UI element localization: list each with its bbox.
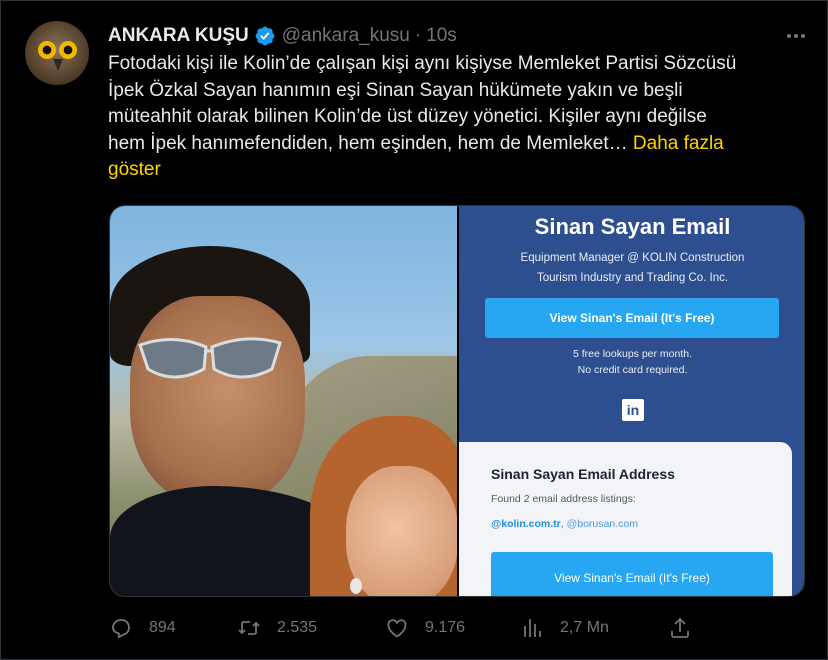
tweet-text-line: İpek Özkal Sayan hanımın eşi Sinan Sayan…: [108, 79, 683, 101]
owl-beak-icon: [53, 59, 63, 71]
linkedin-icon[interactable]: in: [622, 399, 644, 421]
photo[interactable]: [110, 206, 457, 596]
reply-count: 894: [149, 619, 176, 636]
like-button[interactable]: 9.176: [385, 613, 465, 643]
owl-eye-icon: [38, 41, 56, 59]
email-panel: Sinan Sayan Email Address Found 2 email …: [459, 442, 792, 596]
earring: [350, 578, 362, 594]
verified-badge-icon: [255, 26, 275, 46]
separator-dot: ·: [414, 25, 422, 46]
tweet[interactable]: ANKARA KUŞU @ankara_kusu · 10s Fotodaki …: [0, 0, 828, 660]
reply-icon: [112, 619, 130, 639]
domain-kolin[interactable]: @kolin.com.tr: [491, 518, 561, 530]
panel-title: Sinan Sayan Email Address: [491, 466, 675, 482]
lookups-note: 5 free lookups per month. No credit card…: [459, 346, 804, 378]
view-email-button[interactable]: View Sinan's Email (It's Free): [485, 298, 779, 338]
tweet-text-line: göster: [108, 157, 798, 184]
photo-person-2-face: [346, 466, 457, 596]
show-more-link-continued[interactable]: göster: [108, 159, 161, 180]
panel-view-email-button[interactable]: View Sinan's Email (It's Free): [491, 552, 773, 596]
more-options-icon[interactable]: [787, 23, 805, 49]
share-icon: [671, 617, 689, 638]
reply-button[interactable]: 894: [109, 613, 176, 643]
lookups-note-line: No credit card required.: [577, 364, 688, 376]
domain-borusan[interactable]: @borusan.com: [567, 518, 638, 530]
tweet-header: ANKARA KUŞU @ankara_kusu · 10s: [108, 23, 457, 49]
panel-domains: @kolin.com.tr, @borusan.com: [491, 518, 638, 530]
like-count: 9.176: [425, 619, 466, 636]
retweet-count: 2.535: [277, 619, 318, 636]
author-name[interactable]: ANKARA KUŞU: [108, 25, 249, 47]
share-button[interactable]: [668, 613, 708, 643]
card-subtitle: Equipment Manager @ KOLIN Construction T…: [479, 248, 786, 288]
views-count: 2,7 Mn: [560, 619, 609, 636]
email-card[interactable]: Sinan Sayan Email Equipment Manager @ KO…: [459, 206, 804, 596]
tweet-text: Fotodaki kişi ile Kolin’de çalışan kişi …: [108, 51, 798, 184]
lookups-note-line: 5 free lookups per month.: [572, 348, 693, 360]
avatar[interactable]: [25, 21, 89, 85]
tweet-text-line: Fotodaki kişi ile Kolin’de çalışan kişi …: [108, 53, 737, 74]
views-button[interactable]: 2,7 Mn: [520, 613, 609, 643]
photo-person-face: [130, 296, 305, 506]
author-handle[interactable]: @ankara_kusu: [282, 25, 410, 47]
tweet-media[interactable]: Sinan Sayan Email Equipment Manager @ KO…: [109, 205, 805, 597]
card-subtitle-line: Tourism Industry and Trading Co. Inc.: [536, 272, 729, 284]
retweet-icon: [238, 621, 260, 635]
owl-eye-icon: [59, 41, 77, 59]
heart-icon: [387, 619, 407, 638]
tweet-text-fragment: hem İpek hanımefendiden, hem eşinden, he…: [108, 132, 628, 154]
card-title: Sinan Sayan Email: [534, 214, 731, 239]
tweet-text-line: hem İpek hanımefendiden, hem eşinden, he…: [108, 131, 798, 158]
retweet-button[interactable]: 2.535: [237, 613, 317, 643]
tweet-text-line: müteahhit olarak bilinen Kolin’de üst dü…: [108, 106, 707, 127]
tweet-actions: 894 2.535 9.176 2,7 Mn: [109, 613, 799, 643]
sunglasses-icon: [138, 337, 282, 379]
card-subtitle-line: Equipment Manager @ KOLIN Construction: [520, 252, 745, 264]
tweet-timestamp[interactable]: 10s: [426, 25, 457, 47]
show-more-link[interactable]: Daha fazla: [633, 133, 724, 154]
views-chart-icon: [524, 619, 541, 637]
panel-found-text: Found 2 email address listings:: [491, 493, 636, 505]
